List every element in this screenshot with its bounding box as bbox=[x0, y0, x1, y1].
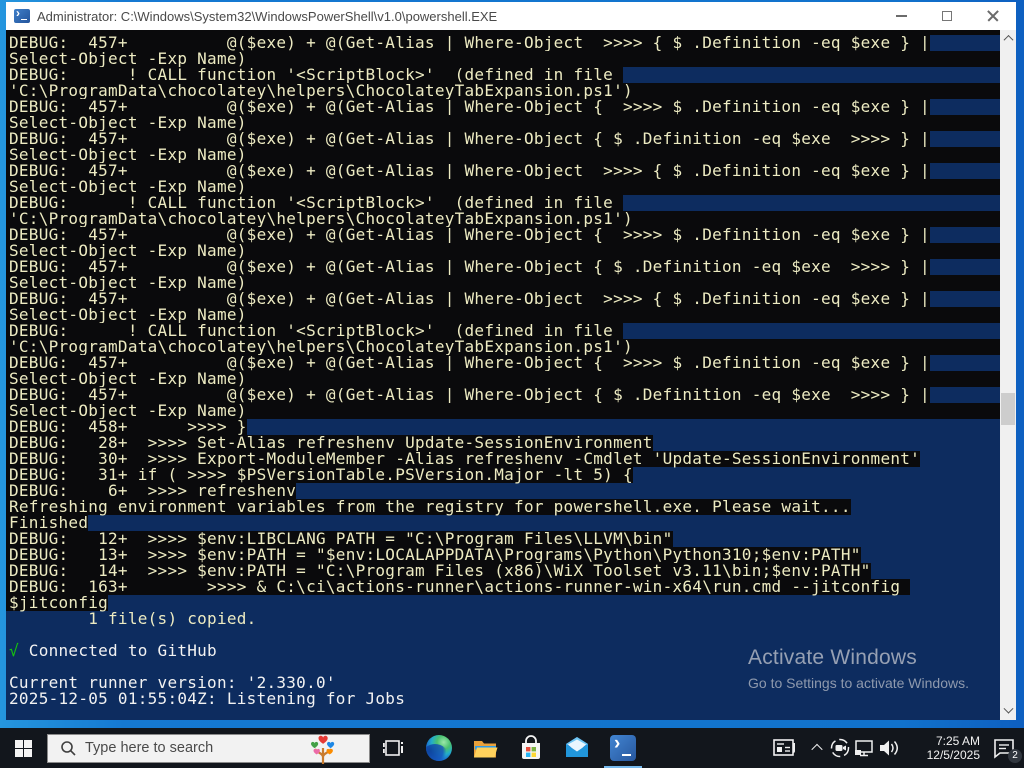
powershell-titlebar-icon bbox=[14, 6, 30, 23]
taskbar: Type here to search › 7:25 AM 12/5/2025 … bbox=[0, 728, 1024, 768]
mail-button[interactable] bbox=[554, 728, 600, 768]
network-icon bbox=[855, 740, 873, 757]
search-placeholder: Type here to search bbox=[85, 740, 214, 756]
action-center-button[interactable]: 2 bbox=[984, 728, 1024, 768]
chevron-up-icon bbox=[811, 743, 823, 756]
console-text: 1 file(s) copied. bbox=[9, 609, 257, 628]
console-output[interactable]: DEBUG: 457+ @($exe) + @(Get-Alias | Wher… bbox=[6, 30, 1000, 720]
scroll-up-button[interactable] bbox=[1000, 30, 1016, 47]
powershell-icon bbox=[610, 733, 636, 761]
notification-badge: 2 bbox=[1008, 749, 1022, 763]
task-view-button[interactable] bbox=[370, 728, 416, 768]
console-text: Connected to GitHub bbox=[18, 641, 217, 660]
file-explorer-button[interactable] bbox=[462, 728, 508, 768]
console-row: DEBUG: 163+ >>>> & C:\ci\actions-runner\… bbox=[6, 579, 1000, 595]
search-highlights-tree-icon[interactable] bbox=[309, 735, 337, 764]
edge-icon bbox=[426, 735, 452, 761]
scroll-down-button[interactable] bbox=[1000, 703, 1016, 720]
meet-now-button[interactable] bbox=[828, 728, 852, 768]
console-text: √ bbox=[9, 641, 19, 660]
store-icon bbox=[522, 735, 540, 759]
volume-button[interactable] bbox=[876, 728, 902, 768]
window-title: Administrator: C:\Windows\System32\Windo… bbox=[37, 8, 498, 24]
console-text: DEBUG: 163+ >>>> & C:\ci\actions-runner\… bbox=[6, 579, 911, 595]
chevron-up-icon bbox=[1003, 34, 1013, 45]
file-explorer-icon bbox=[474, 741, 498, 758]
edge-button[interactable] bbox=[416, 728, 462, 768]
console-row: Refreshing environment variables from th… bbox=[6, 499, 1000, 515]
start-button[interactable] bbox=[0, 728, 46, 768]
vertical-scrollbar[interactable] bbox=[1000, 30, 1016, 720]
chevron-down-icon bbox=[1003, 703, 1013, 714]
close-icon bbox=[987, 10, 999, 22]
start-icon bbox=[14, 739, 32, 757]
activate-windows-watermark: Activate Windows Go to Settings to activ… bbox=[748, 646, 969, 691]
clock-date: 12/5/2025 bbox=[926, 748, 980, 762]
mail-icon bbox=[566, 737, 588, 757]
powershell-taskbar-button[interactable] bbox=[600, 728, 646, 768]
store-button[interactable] bbox=[508, 728, 554, 768]
powershell-window: Administrator: C:\Windows\System32\Windo… bbox=[0, 0, 1024, 728]
title-bar[interactable]: Administrator: C:\Windows\System32\Windo… bbox=[6, 2, 1016, 30]
scrollbar-thumb[interactable] bbox=[1001, 393, 1015, 425]
close-button[interactable] bbox=[970, 2, 1016, 30]
watermark-subtitle: Go to Settings to activate Windows. bbox=[748, 675, 969, 691]
clock-time: 7:25 AM bbox=[935, 734, 980, 748]
search-icon bbox=[61, 740, 76, 756]
console-row: 1 file(s) copied. bbox=[6, 611, 1000, 627]
watermark-title: Activate Windows bbox=[748, 646, 917, 669]
console-row: 2025-12-05 01:55:04Z: Listening for Jobs bbox=[6, 691, 1000, 707]
search-input[interactable]: Type here to search bbox=[47, 733, 370, 764]
console-text: 2025-12-05 01:55:04Z: Listening for Jobs bbox=[9, 689, 406, 708]
news-widget-button[interactable] bbox=[762, 728, 806, 768]
minimize-button[interactable] bbox=[878, 2, 924, 30]
task-view-icon bbox=[383, 740, 403, 756]
news-icon bbox=[773, 739, 795, 756]
minimize-icon bbox=[895, 15, 907, 17]
console-text: Refreshing environment variables from th… bbox=[6, 499, 851, 515]
volume-icon bbox=[880, 740, 898, 756]
meet-now-icon bbox=[830, 738, 850, 758]
taskbar-clock[interactable]: 7:25 AM 12/5/2025 bbox=[910, 734, 980, 762]
maximize-button[interactable] bbox=[924, 2, 970, 30]
maximize-icon bbox=[942, 11, 952, 21]
network-button[interactable] bbox=[852, 728, 876, 768]
console-rows: DEBUG: 457+ @($exe) + @(Get-Alias | Wher… bbox=[6, 30, 1000, 707]
tray-expand-button[interactable] bbox=[806, 728, 828, 768]
